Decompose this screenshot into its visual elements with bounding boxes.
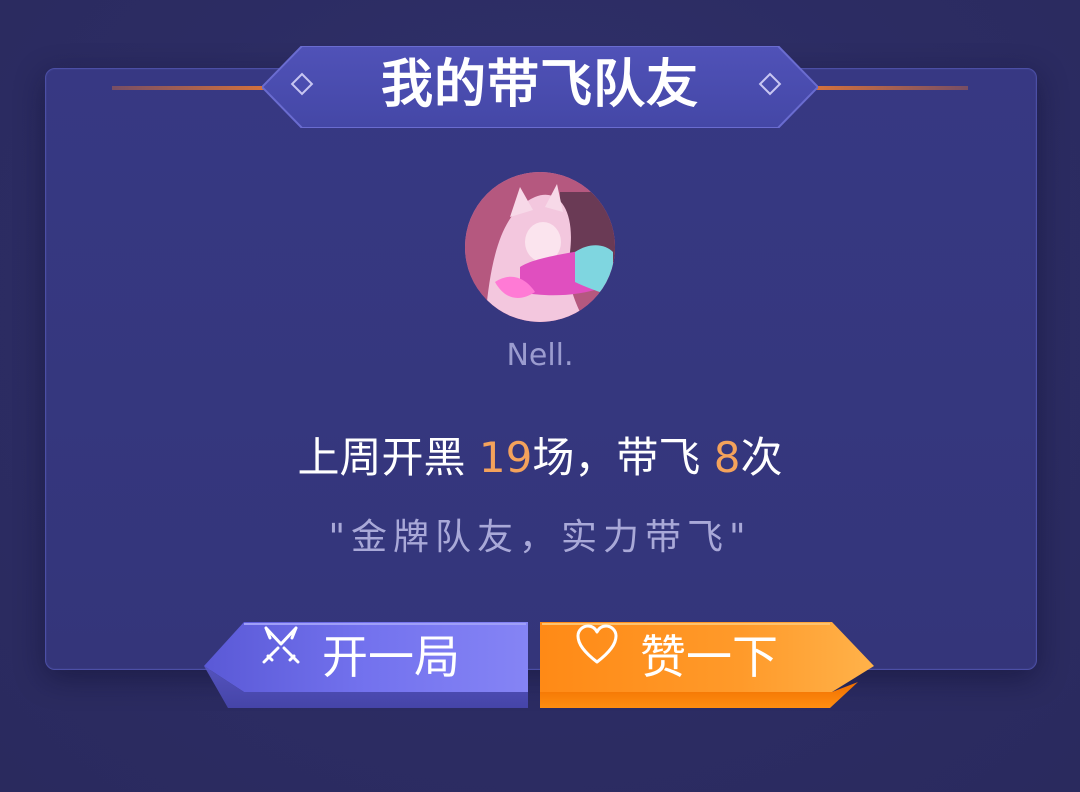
title-banner: 我的带飞队友 — [262, 46, 818, 128]
teammate-quote: "金牌队友，实力带飞" — [328, 517, 752, 558]
start-game-label: 开一局 — [322, 630, 460, 684]
stats-prefix: 上周开黑 — [297, 433, 479, 482]
games-count: 19 — [478, 433, 533, 482]
carries-unit: 次 — [740, 433, 783, 482]
heart-icon — [576, 624, 618, 664]
title-divider-right — [808, 86, 968, 90]
weekly-stats: 上周开黑 19场，带飞 8次 — [0, 424, 1080, 485]
crossed-swords-icon — [262, 626, 300, 664]
like-button[interactable]: 赞一下 — [538, 622, 874, 710]
like-label: 赞一下 — [640, 630, 778, 684]
games-unit: 场，带飞 — [532, 433, 714, 482]
avatar-image — [465, 172, 615, 322]
title-divider-left — [112, 86, 272, 90]
page-title: 我的带飞队友 — [380, 55, 699, 115]
stage: 我的带飞队友 Nell. 上周开黑 19场，带飞 8次 "金牌队友，实力带飞" — [0, 0, 1080, 792]
carries-count: 8 — [713, 433, 741, 482]
avatar[interactable] — [465, 172, 615, 322]
teammate-name: Nell. — [506, 338, 574, 373]
start-game-button[interactable]: 开一局 — [204, 622, 530, 710]
